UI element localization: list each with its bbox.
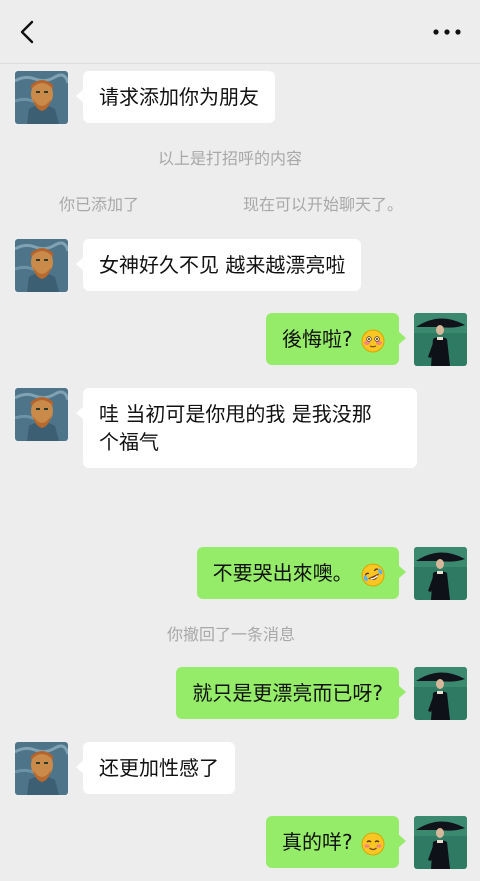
recall-note: 你撤回了一条消息: [167, 625, 296, 644]
greeting-note: 以上是打招呼的内容: [158, 149, 303, 168]
message-text: 女神好久不见 越来越漂亮啦: [99, 253, 346, 277]
message-bubble-incoming[interactable]: 哇 当初可是你甩的我 是我没那 个福气: [76, 388, 417, 468]
message-text: 还更加性感了: [99, 756, 219, 780]
added-notice-right: 现在可以开始聊天了。: [243, 195, 404, 214]
rolling-laughing-face-icon: [361, 563, 385, 587]
contact-avatar[interactable]: [15, 71, 68, 124]
message-bubble-outgoing[interactable]: 不要哭出來噢。: [196, 547, 407, 599]
more-dots-icon[interactable]: [432, 24, 462, 40]
my-avatar[interactable]: [414, 816, 467, 869]
message-text: 不要哭出來噢。: [212, 561, 353, 585]
message-text: 後悔啦?: [282, 327, 353, 351]
message-bubble-incoming[interactable]: 女神好久不见 越来越漂亮啦: [75, 239, 362, 291]
contact-avatar[interactable]: [15, 388, 68, 441]
message-bubble-incoming[interactable]: 还更加性感了: [76, 742, 235, 794]
my-avatar[interactable]: [414, 667, 467, 720]
message-text: 就只是更漂亮而已呀?: [192, 681, 383, 705]
message-bubble-incoming[interactable]: 请求添加你为朋友: [76, 71, 275, 123]
message-bubble-outgoing[interactable]: 真的咩?: [266, 816, 406, 868]
message-bubble-outgoing[interactable]: 後悔啦?: [266, 313, 406, 365]
my-avatar[interactable]: [414, 547, 467, 600]
flushed-face-icon: [361, 329, 385, 353]
my-avatar[interactable]: [414, 313, 467, 366]
contact-avatar[interactable]: [15, 239, 68, 292]
smiling-face-icon: [361, 832, 385, 856]
added-notice-left: 你已添加了: [59, 195, 140, 214]
message-text-line-1: 哇 当初可是你甩的我 是我没那: [99, 402, 372, 426]
message-bubble-outgoing[interactable]: 就只是更漂亮而已呀?: [176, 667, 406, 719]
chevron-left-icon[interactable]: [14, 18, 42, 46]
contact-avatar[interactable]: [15, 742, 68, 795]
message-text-line-2: 个福气: [99, 430, 159, 454]
message-text: 真的咩?: [282, 830, 353, 854]
message-text: 请求添加你为朋友: [99, 85, 259, 109]
chat-header: [0, 0, 480, 64]
